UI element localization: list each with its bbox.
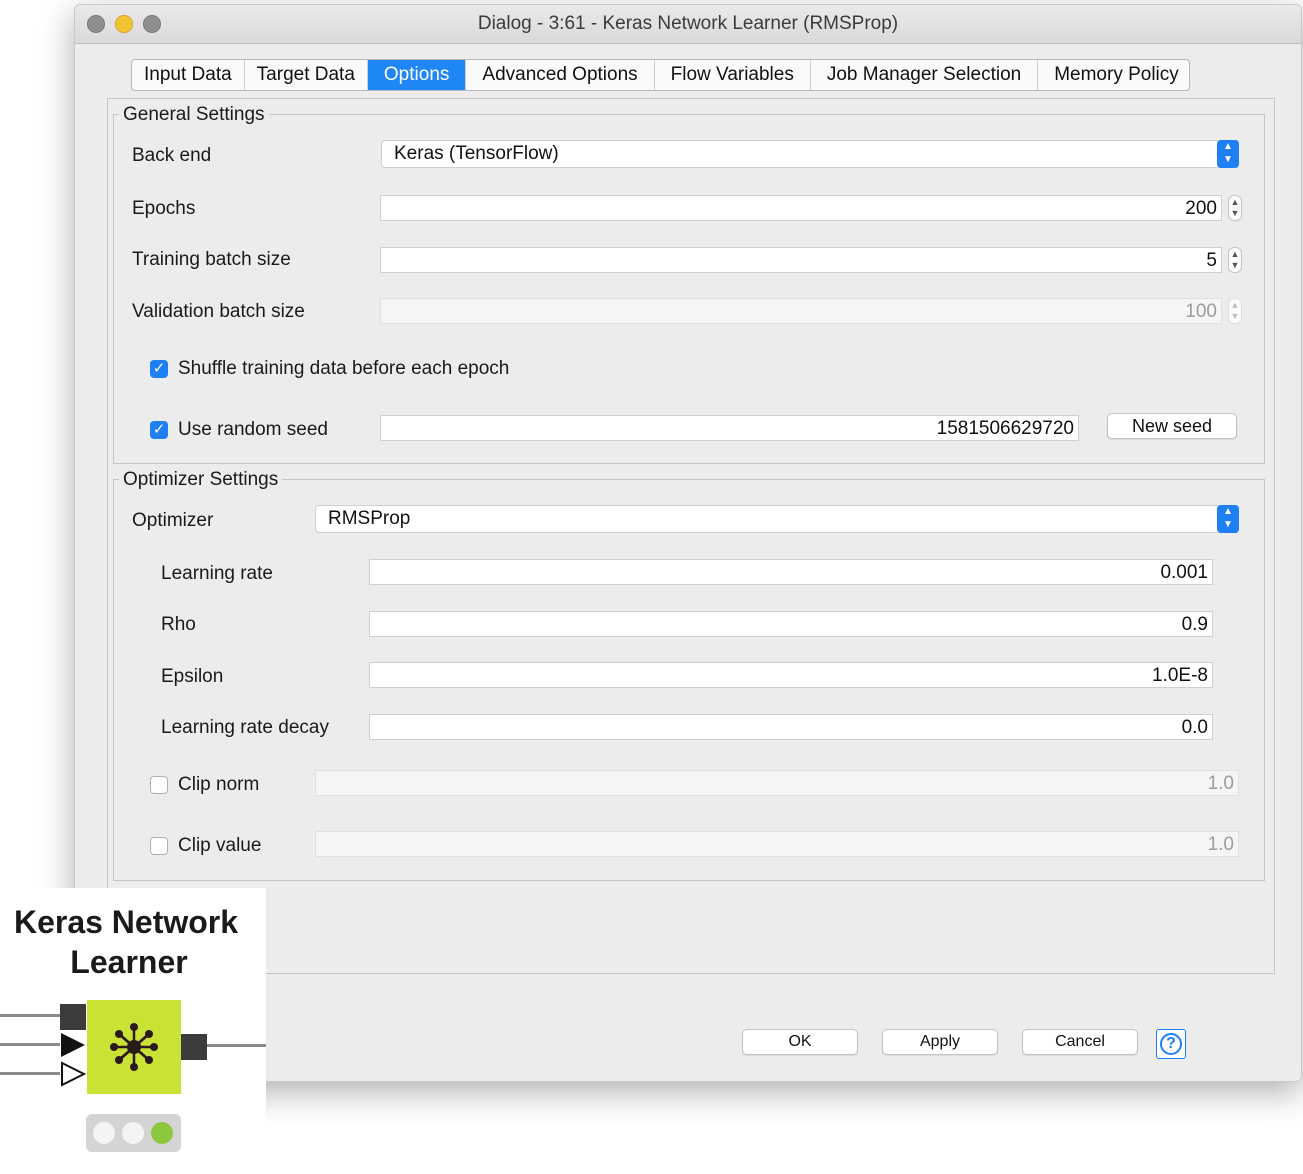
clip-value-label: Clip value bbox=[178, 835, 262, 856]
target-input-port-icon[interactable] bbox=[60, 1061, 86, 1087]
input-connection-line bbox=[0, 1043, 60, 1046]
learning-rate-decay-label: Learning rate decay bbox=[161, 717, 329, 738]
tab-options[interactable]: Options bbox=[367, 60, 467, 90]
node-body[interactable] bbox=[87, 1000, 181, 1094]
epochs-spinner-icon[interactable]: ▲ ▼ bbox=[1228, 195, 1242, 221]
learning-rate-input[interactable]: 0.001 bbox=[369, 559, 1213, 585]
node-overlay: Keras Network Learner bbox=[0, 888, 266, 1174]
validation-batch-size-input: 100 bbox=[380, 298, 1222, 324]
help-button[interactable]: ? bbox=[1156, 1029, 1186, 1059]
status-light-red bbox=[93, 1122, 115, 1144]
optimizer-dropdown[interactable]: RMSProp ▲ ▼ bbox=[315, 505, 1239, 533]
clip-norm-input: 1.0 bbox=[315, 770, 1239, 796]
optimizer-value: RMSProp bbox=[328, 508, 411, 529]
tab-input-data[interactable]: Input Data bbox=[132, 60, 245, 90]
back-end-label: Back end bbox=[132, 145, 212, 166]
back-end-value: Keras (TensorFlow) bbox=[394, 143, 559, 164]
tab-memory-policy[interactable]: Memory Policy bbox=[1038, 60, 1189, 90]
rho-input[interactable]: 0.9 bbox=[369, 611, 1213, 637]
data-input-port-icon[interactable] bbox=[60, 1032, 86, 1058]
learning-rate-decay-input[interactable]: 0.0 bbox=[369, 714, 1213, 740]
tab-bar: Input Data Target Data Options Advanced … bbox=[131, 59, 1190, 91]
window-title: Dialog - 3:61 - Keras Network Learner (R… bbox=[477, 13, 899, 34]
chevron-updown-icon[interactable]: ▲ ▼ bbox=[1217, 505, 1239, 533]
optimizer-label: Optimizer bbox=[132, 510, 214, 531]
validation-batch-size-label: Validation batch size bbox=[132, 301, 305, 322]
training-batch-size-spinner-icon[interactable]: ▲ ▼ bbox=[1228, 247, 1242, 273]
chevron-updown-icon[interactable]: ▲ ▼ bbox=[1217, 140, 1239, 168]
learning-rate-label: Learning rate bbox=[161, 563, 273, 584]
epochs-input[interactable]: 200 bbox=[380, 195, 1222, 221]
back-end-dropdown[interactable]: Keras (TensorFlow) ▲ ▼ bbox=[381, 140, 1239, 168]
training-batch-size-input[interactable]: 5 bbox=[380, 247, 1222, 273]
tab-advanced-options[interactable]: Advanced Options bbox=[466, 60, 655, 90]
random-seed-label: Use random seed bbox=[178, 419, 328, 440]
optimizer-settings-legend: Optimizer Settings bbox=[119, 469, 283, 491]
clip-norm-label: Clip norm bbox=[178, 774, 260, 795]
random-seed-input[interactable]: 1581506629720 bbox=[380, 415, 1079, 441]
status-light-green bbox=[151, 1122, 173, 1144]
validation-batch-size-spinner-icon: ▲ ▼ bbox=[1228, 298, 1242, 324]
node-title-line1: Keras Network bbox=[13, 904, 239, 940]
cancel-button[interactable]: Cancel bbox=[1022, 1029, 1138, 1055]
input-connection-line bbox=[0, 1072, 60, 1075]
ok-button[interactable]: OK bbox=[742, 1029, 858, 1055]
epochs-label: Epochs bbox=[132, 198, 196, 219]
epsilon-label: Epsilon bbox=[161, 666, 224, 687]
help-icon: ? bbox=[1160, 1033, 1182, 1055]
tab-job-manager-selection[interactable]: Job Manager Selection bbox=[811, 60, 1039, 90]
rho-label: Rho bbox=[161, 614, 196, 635]
clip-norm-checkbox[interactable] bbox=[150, 776, 168, 794]
node-title: Keras Network Learner bbox=[0, 902, 252, 982]
model-output-port-icon[interactable] bbox=[181, 1034, 207, 1060]
neural-network-icon bbox=[110, 1023, 158, 1071]
shuffle-checkbox[interactable]: ✓ bbox=[150, 360, 168, 378]
apply-button[interactable]: Apply bbox=[882, 1029, 998, 1055]
node-title-line2: Learner bbox=[70, 944, 188, 980]
clip-value-checkbox[interactable] bbox=[150, 837, 168, 855]
status-light-yellow bbox=[122, 1122, 144, 1144]
input-connection-line bbox=[0, 1014, 60, 1017]
tab-flow-variables[interactable]: Flow Variables bbox=[655, 60, 811, 90]
random-seed-checkbox[interactable]: ✓ bbox=[150, 421, 168, 439]
new-seed-button[interactable]: New seed bbox=[1107, 413, 1237, 439]
epsilon-input[interactable]: 1.0E-8 bbox=[369, 662, 1213, 688]
training-batch-size-label: Training batch size bbox=[132, 249, 291, 270]
clip-value-input: 1.0 bbox=[315, 831, 1239, 857]
output-connection-line bbox=[207, 1044, 266, 1047]
node-status-indicator bbox=[86, 1114, 181, 1152]
general-settings-legend: General Settings bbox=[119, 104, 269, 126]
shuffle-label: Shuffle training data before each epoch bbox=[178, 358, 510, 379]
model-input-port-icon[interactable] bbox=[60, 1004, 86, 1030]
title-bar[interactable]: Dialog - 3:61 - Keras Network Learner (R… bbox=[75, 5, 1301, 44]
tab-target-data[interactable]: Target Data bbox=[245, 60, 368, 90]
